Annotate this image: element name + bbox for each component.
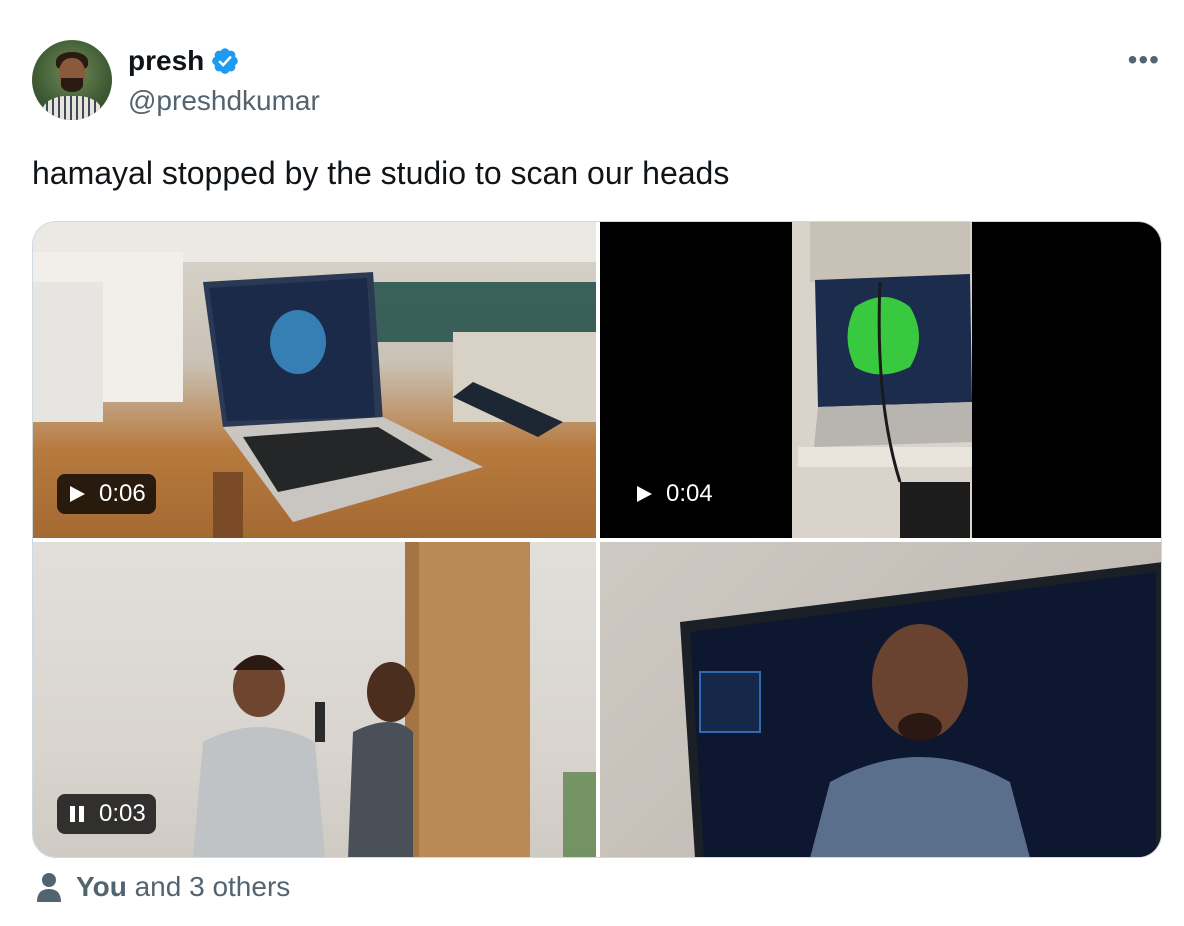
tagged-others: and 3 others [134,871,291,902]
tweet-text: hamayal stopped by the studio to scan ou… [32,155,730,191]
author-name-row[interactable]: presh [128,44,240,78]
video-duration: 0:03 [99,800,146,827]
video-duration-badge: 0:04 [624,474,723,514]
media-video-1[interactable]: 0:06 [33,222,596,538]
more-options-icon[interactable]: ••• [1128,44,1160,76]
media-grid: 0:06 0:04 0:03 [32,221,1162,858]
media-video-2[interactable]: 0:04 [600,222,1161,538]
verified-badge-icon [212,48,239,74]
tagged-you: You [76,871,127,902]
pause-icon [70,806,84,822]
author-display-name[interactable]: presh [128,44,204,78]
media-image-4[interactable] [600,542,1161,857]
author-handle[interactable]: @preshdkumar [128,84,320,118]
play-icon [637,486,652,502]
video-duration-badge: 0:03 [57,794,156,834]
tagged-people[interactable]: You and 3 others [36,868,290,906]
video-duration: 0:04 [666,480,713,507]
video-duration: 0:06 [99,480,146,507]
avatar[interactable] [32,40,112,120]
face-scan-illustration [680,562,1161,857]
media-video-3[interactable]: 0:03 [33,542,596,857]
person-icon [37,873,61,902]
video-duration-badge: 0:06 [57,474,156,514]
play-icon [70,486,85,502]
